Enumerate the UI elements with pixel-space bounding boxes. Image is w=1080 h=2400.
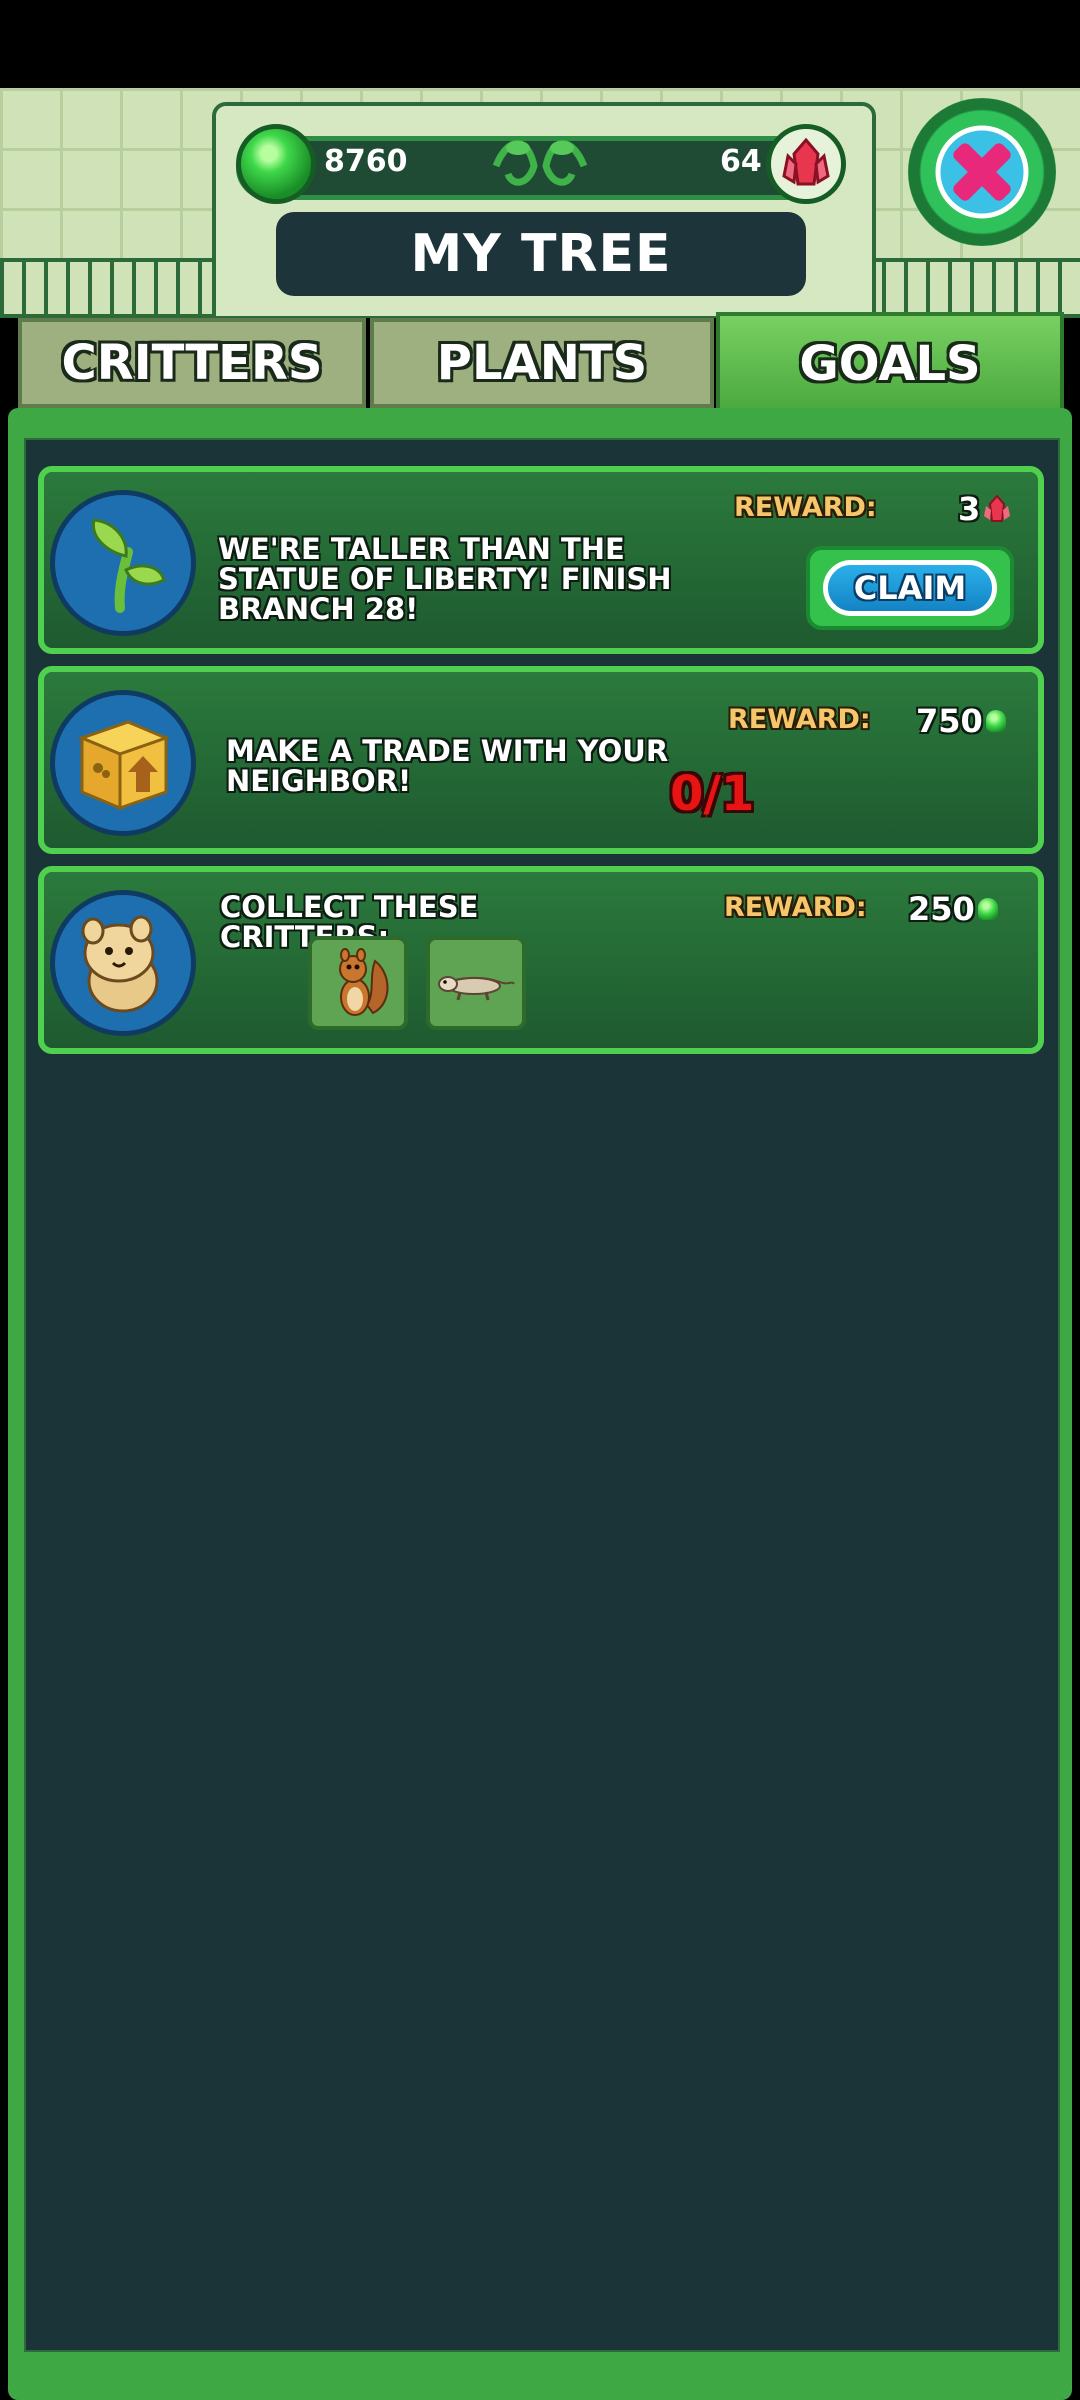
fence-rail-right xyxy=(860,258,1080,318)
ferret-icon[interactable] xyxy=(426,936,526,1030)
critter-icon xyxy=(50,890,196,1036)
reward-label: REWARD: xyxy=(734,492,877,523)
goal-description: WE'RE TALLER THAN THE STATUE OF LIBERTY!… xyxy=(218,532,672,626)
squirrel-icon[interactable] xyxy=(308,936,408,1030)
goal-description: MAKE A TRADE WITH YOUR NEIGHBOR! xyxy=(226,734,669,798)
tab-goals[interactable]: GOALS xyxy=(716,312,1064,412)
red-gem-count: 64 xyxy=(720,144,762,179)
page-title: MY TREE xyxy=(276,212,806,296)
green-gem-icon xyxy=(236,124,316,204)
sprout-icon xyxy=(50,490,196,636)
goal-card: MAKE A TRADE WITH YOUR NEIGHBOR! REWARD:… xyxy=(38,666,1044,854)
status-bar xyxy=(0,0,1080,88)
reward-label: REWARD: xyxy=(724,892,867,923)
goal-card: COLLECT THESE CRITTERS: REWARD: 250 xyxy=(38,866,1044,1054)
close-icon xyxy=(935,125,1029,219)
claim-label: CLAIM xyxy=(823,560,997,616)
reward-label: REWARD: xyxy=(728,704,871,735)
goal-card: WE'RE TALLER THAN THE STATUE OF LIBERTY!… xyxy=(38,466,1044,654)
close-button[interactable] xyxy=(908,98,1056,246)
tab-critters[interactable]: CRITTERS xyxy=(18,318,366,408)
green-gem-count: 8760 xyxy=(324,144,408,179)
tab-plants[interactable]: PLANTS xyxy=(370,318,714,408)
claim-button[interactable]: CLAIM xyxy=(806,546,1014,630)
reward-value: 750 xyxy=(916,702,983,740)
fence-rail-left xyxy=(0,258,220,318)
vine-ornament-icon xyxy=(492,140,588,186)
green-gem-icon xyxy=(986,710,1006,732)
reward-value: 3 xyxy=(958,490,981,528)
trade-box-icon xyxy=(50,690,196,836)
red-gem-icon xyxy=(766,124,846,204)
goal-progress: 0/1 xyxy=(670,766,755,822)
reward-value: 250 xyxy=(908,890,975,928)
red-gem-icon xyxy=(984,494,1010,522)
green-gem-icon xyxy=(978,898,998,920)
